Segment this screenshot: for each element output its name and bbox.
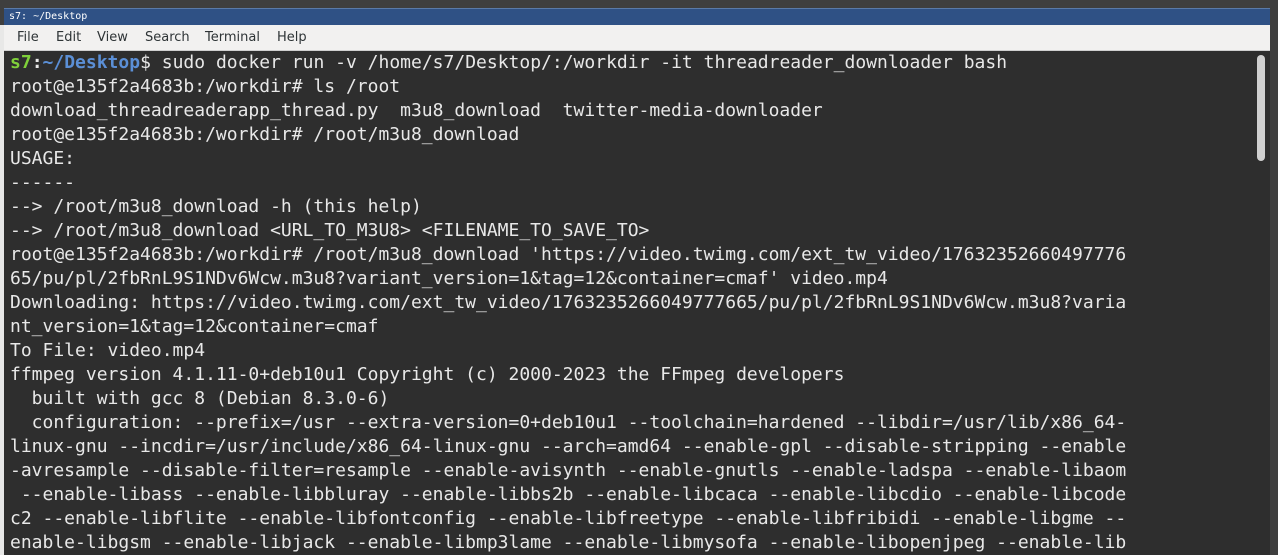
- terminal-line: c2 --enable-libflite --enable-libfontcon…: [10, 508, 1127, 529]
- terminal-line: --> /root/m3u8_download <URL_TO_M3U8> <F…: [10, 220, 650, 241]
- prompt-colon: :: [31, 52, 43, 73]
- terminal-line: root@e135f2a4683b:/workdir# /root/m3u8_d…: [10, 244, 1127, 265]
- terminal-line: download_threadreaderapp_thread.py m3u8_…: [10, 100, 823, 121]
- scrollbar-thumb[interactable]: [1257, 55, 1265, 161]
- terminal-line: --> /root/m3u8_download -h (this help): [10, 196, 422, 217]
- scrollbar[interactable]: [1253, 51, 1270, 555]
- terminal-line: USAGE:: [10, 148, 76, 169]
- terminal-line: nt_version=1&tag=12&container=cmaf: [10, 316, 379, 337]
- prompt-command: sudo docker run -v /home/s7/Desktop/:/wo…: [150, 52, 1008, 73]
- terminal-line: To File: video.mp4: [10, 340, 206, 361]
- menu-search[interactable]: Search: [145, 30, 190, 46]
- terminal-line: --enable-libass --enable-libbluray --ena…: [10, 484, 1127, 505]
- prompt-path: ~/Desktop: [42, 52, 141, 73]
- terminal-line: enable-libgsm --enable-libjack --enable-…: [10, 532, 1127, 553]
- menu-help[interactable]: Help: [277, 30, 307, 46]
- prompt-user: s7: [10, 52, 32, 73]
- terminal-window: s7: ~/Desktop File Edit View Search Term…: [0, 0, 1278, 555]
- terminal-line: root@e135f2a4683b:/workdir# ls /root: [10, 76, 401, 97]
- terminal-line: linux-gnu --incdir=/usr/include/x86_64-l…: [10, 436, 1127, 457]
- title-bar-inner[interactable]: s7: ~/Desktop: [4, 8, 1270, 25]
- menu-view[interactable]: View: [97, 30, 128, 46]
- prompt-line: s7:~/Desktop$ sudo docker run -v /home/s…: [10, 51, 1007, 75]
- menu-bar: File Edit View Search Terminal Help: [4, 25, 1270, 51]
- terminal-line: built with gcc 8 (Debian 8.3.0-6): [10, 388, 390, 409]
- menu-edit[interactable]: Edit: [56, 30, 81, 46]
- terminal-line: root@e135f2a4683b:/workdir# /root/m3u8_d…: [10, 124, 520, 145]
- menu-terminal[interactable]: Terminal: [205, 30, 260, 46]
- terminal-line: ffmpeg version 4.1.11-0+deb10u1 Copyrigh…: [10, 364, 845, 385]
- prompt-dollar: $: [140, 52, 151, 73]
- title-bar[interactable]: s7: ~/Desktop: [0, 0, 1278, 25]
- menu-file[interactable]: File: [17, 30, 39, 46]
- terminal-line: Downloading: https://video.twimg.com/ext…: [10, 292, 1127, 313]
- window-title: s7: ~/Desktop: [9, 11, 88, 22]
- window-border: [1270, 25, 1278, 555]
- terminal-line: -avresample --disable-filter=resample --…: [10, 460, 1127, 481]
- terminal-output[interactable]: s7:~/Desktop$ sudo docker run -v /home/s…: [4, 51, 1253, 555]
- terminal-line: 65/pu/pl/2fbRnL9S1NDv6Wcw.m3u8?variant_v…: [10, 268, 888, 289]
- terminal-line: ------: [10, 172, 76, 193]
- terminal-line: configuration: --prefix=/usr --extra-ver…: [10, 412, 1127, 433]
